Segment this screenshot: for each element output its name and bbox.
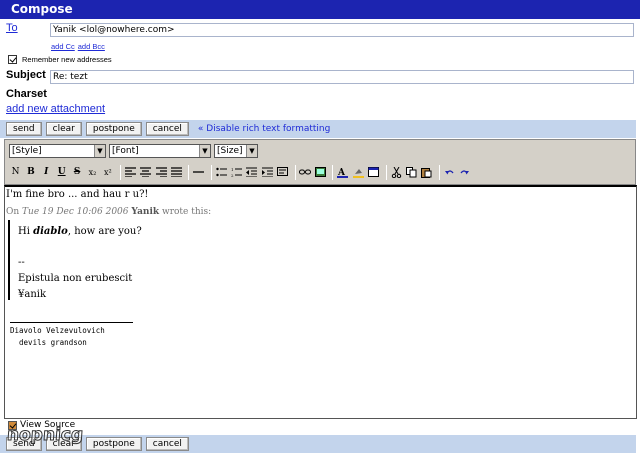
underline-button[interactable]: U [55,164,68,180]
subject-field[interactable]: Re: tezt [50,70,634,84]
add-cc-link[interactable]: add Cc [51,42,75,51]
toolbar-divider [119,164,121,180]
format-buttons: N B I U S x₂ x² 12 A [9,163,474,181]
attribution-prefix: On [6,207,23,217]
cut-icon[interactable] [390,164,403,180]
text-color-icon[interactable]: A [336,164,349,180]
attribution-suffix: wrote this: [159,207,212,217]
table-icon[interactable] [367,164,380,180]
toolbar-divider [438,164,440,180]
toolbar-divider [188,164,190,180]
font-select[interactable]: [Font] ▼ [109,144,211,158]
signature-line: devils grandson [10,338,87,347]
postpone-button[interactable]: postpone [85,437,142,451]
svg-text:1: 1 [231,167,234,172]
cancel-button[interactable]: cancel [145,122,189,136]
quote-attribution: On Tue 19 Dec 10:06 2006 Yanik wrote thi… [6,207,211,217]
reply-text: I'm fine bro ... and hau r u?! [6,189,149,200]
toolbar-divider [210,164,212,180]
align-center-icon[interactable] [139,164,152,180]
normal-button[interactable]: N [9,164,22,180]
cc-links: add Cc add Bcc [51,42,108,51]
remember-checkbox[interactable] [8,55,17,64]
attribution-name: Yanik [131,207,160,217]
paste-icon[interactable] [420,164,433,180]
align-left-icon[interactable] [124,164,137,180]
bold-button[interactable]: B [24,164,37,180]
clear-button[interactable]: clear [45,122,82,136]
window-title: Compose [0,0,640,19]
add-attachment-link[interactable]: add new attachment [6,103,105,115]
remember-label: Remember new addresses [22,55,112,64]
disable-rich-text-link[interactable]: « Disable rich text formatting [198,124,330,134]
italic-button[interactable]: I [40,164,53,180]
style-select-value: [Style] [12,146,42,156]
to-link[interactable]: To [6,22,18,34]
quote-name: diablo [33,226,68,237]
quote-rest: , how are you? [67,226,142,237]
blockquote-icon[interactable] [276,164,289,180]
postpone-button[interactable]: postpone [85,122,142,136]
bullet-list-icon[interactable] [215,164,228,180]
signature-line: Diavolo Velzevulovich [10,326,105,335]
outdent-icon[interactable] [245,164,258,180]
copy-icon[interactable] [405,164,418,180]
undo-icon[interactable] [443,164,456,180]
size-select[interactable]: [Size] ▼ [214,144,258,158]
remember-addresses[interactable]: Remember new addresses [8,55,112,64]
action-bar-top: send clear postpone cancel « Disable ric… [0,120,636,138]
font-select-value: [Font] [112,146,139,156]
style-select[interactable]: [Style] ▼ [9,144,106,158]
toolbar-divider [332,164,334,180]
quote-signature: ¥anik [18,289,47,300]
watermark-logo: nopnicg [6,425,85,446]
quote-hi: Hi [18,226,34,237]
size-select-value: [Size] [217,146,243,156]
quote-motto: Epistula non erubescit [18,273,133,284]
message-editor[interactable]: I'm fine bro ... and hau r u?! On Tue 19… [4,185,637,419]
align-justify-icon[interactable] [170,164,183,180]
chevron-down-icon: ▼ [246,145,257,157]
quote-dash: -- [18,257,25,268]
toolbar-divider [385,164,387,180]
superscript-button[interactable]: x² [101,164,114,180]
background-color-icon[interactable] [352,164,365,180]
svg-text:2: 2 [231,173,234,177]
to-field[interactable]: Yanik <lol@nowhere.com> [50,23,634,37]
signature-block: Diavolo Velzevulovich devils grandson [10,322,133,349]
send-button[interactable]: send [6,122,42,136]
editor-toolbar: [Style] ▼ [Font] ▼ [Size] ▼ N B I U S x₂… [4,139,636,185]
quote-greeting: Hi diablo, how are you? [18,226,142,237]
subject-label: Subject [6,69,46,81]
charset-label: Charset [6,88,47,100]
subscript-button[interactable]: x₂ [86,164,99,180]
strikethrough-button[interactable]: S [71,164,84,180]
chevron-down-icon: ▼ [94,145,105,157]
align-right-icon[interactable] [155,164,168,180]
link-icon[interactable] [299,164,312,180]
redo-icon[interactable] [458,164,471,180]
toolbar-divider [294,164,296,180]
add-bcc-link[interactable]: add Bcc [78,42,105,51]
cancel-button[interactable]: cancel [145,437,189,451]
action-bar-bottom: send clear postpone cancel [0,435,636,453]
numbered-list-icon[interactable]: 12 [230,164,243,180]
indent-icon[interactable] [261,164,274,180]
chevron-down-icon: ▼ [199,145,210,157]
quoted-message: Hi diablo, how are you? -- Epistula non … [8,220,208,300]
image-icon[interactable] [314,164,327,180]
horizontal-rule-icon[interactable] [192,164,205,180]
attribution-date: Tue 19 Dec 10:06 2006 [22,207,129,217]
